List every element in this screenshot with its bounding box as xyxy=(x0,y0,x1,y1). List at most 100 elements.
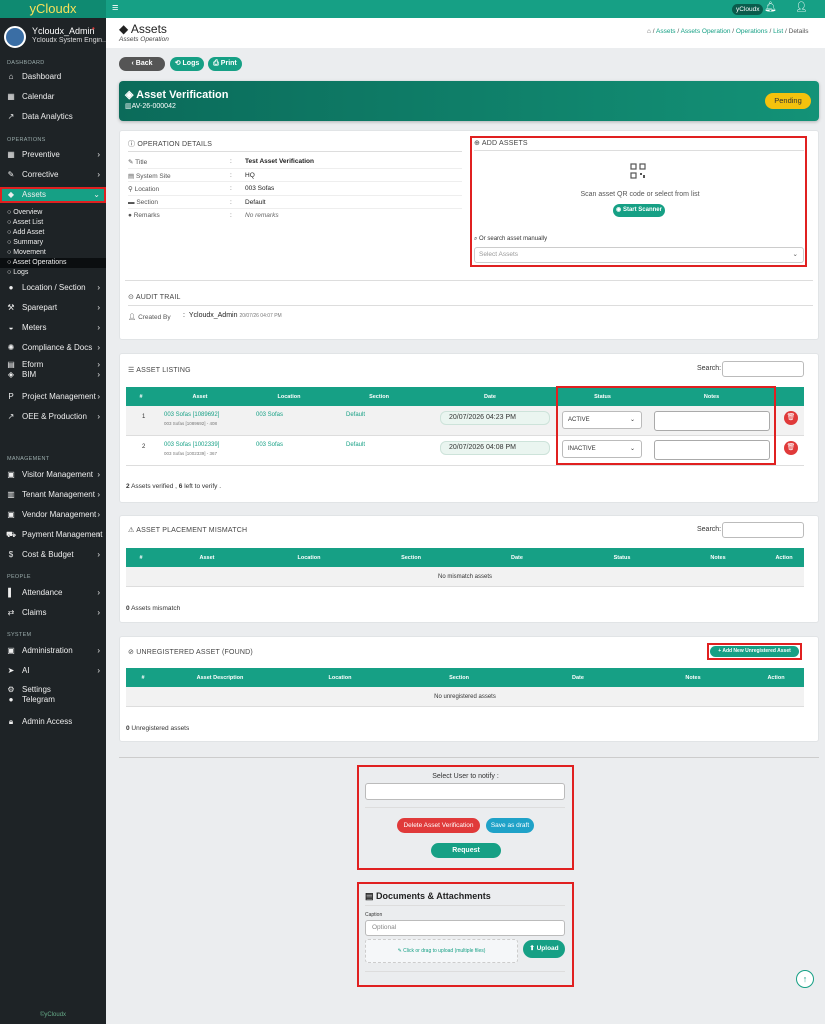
save-draft-button[interactable]: Save as draft xyxy=(486,818,534,833)
delete-row-button[interactable]: 🗑︎ xyxy=(784,441,798,455)
breadcrumb-list[interactable]: List xyxy=(773,28,783,35)
divider xyxy=(365,971,565,972)
sidebar-item-payment[interactable]: ⛟ Payment Management › xyxy=(0,527,106,543)
sidebar-item-analytics[interactable]: ↗ Data Analytics xyxy=(0,109,106,125)
column-header[interactable]: Notes xyxy=(638,668,748,687)
menu-toggle-icon[interactable]: ≡ xyxy=(112,2,118,14)
date-field[interactable]: 20/07/2026 04:08 PM xyxy=(440,441,550,455)
breadcrumb-assets[interactable]: Assets xyxy=(656,28,676,35)
mismatch-search-input[interactable] xyxy=(722,522,804,538)
sidebar-subitem-asset-operations[interactable]: ○ Asset Operations xyxy=(0,258,106,268)
asset-link[interactable]: 003 Sofas [1002339] xyxy=(164,442,219,448)
sidebar-item-assets[interactable]: ◆ Assets ⌄ xyxy=(0,187,106,203)
column-header[interactable]: Section xyxy=(400,668,518,687)
sidebar-item-visitor[interactable]: ▣ Visitor Management › xyxy=(0,467,106,483)
upload-button[interactable]: ⬆ Upload xyxy=(523,940,565,958)
sidebar-subitem-summary[interactable]: ○ Summary xyxy=(0,238,106,248)
column-header[interactable]: Date xyxy=(518,668,638,687)
user-profile[interactable]: Ycloudx_Admin • Ycloudx System Engin... xyxy=(0,22,106,52)
column-header[interactable]: Action xyxy=(748,668,804,687)
back-button[interactable]: ‹ Back xyxy=(119,57,165,71)
file-dropzone[interactable]: ✎ Click or drag to upload (multiple file… xyxy=(365,939,518,963)
sidebar-item-oee[interactable]: ↗ OEE & Production › xyxy=(0,409,106,425)
breadcrumb-current: Details xyxy=(788,28,809,35)
request-button[interactable]: Request xyxy=(431,843,501,858)
sidebar-item-ai[interactable]: ➤ AI › xyxy=(0,663,106,679)
brand-logo[interactable]: yCloudx xyxy=(0,0,106,18)
column-header[interactable]: Section xyxy=(360,548,462,567)
sidebar-subitem-logs[interactable]: ○ Logs xyxy=(0,268,106,278)
sidebar-item-label: Assets xyxy=(22,190,47,199)
sidebar-subitem-movement[interactable]: ○ Movement xyxy=(0,248,106,258)
sidebar-item-administration[interactable]: ▣ Administration › xyxy=(0,643,106,659)
sidebar-item-meters[interactable]: ◒ Meters › xyxy=(0,320,106,336)
page-title-text: Assets xyxy=(130,22,167,36)
add-unregistered-button[interactable]: + Add New Unregistered Asset xyxy=(710,646,799,657)
location-pin-icon: ● xyxy=(8,283,14,292)
documents-heading: ▤ Documents & Attachments xyxy=(365,891,491,902)
column-header[interactable]: Section xyxy=(334,387,424,406)
section-link[interactable]: Default xyxy=(346,412,365,418)
sidebar-item-bim[interactable]: ◈ BIM › xyxy=(0,370,106,380)
sidebar-item-preventive[interactable]: ▦ Preventive › xyxy=(0,147,106,163)
column-header[interactable]: Location xyxy=(280,668,400,687)
sidebar-subitem-add-asset[interactable]: ○ Add Asset xyxy=(0,228,106,238)
asset-link[interactable]: 003 Sofas [1089692] xyxy=(164,412,219,418)
date-field[interactable]: 20/07/2026 04:23 PM xyxy=(440,411,550,425)
column-header[interactable]: Asset xyxy=(156,548,258,567)
sidebar-item-corrective[interactable]: ✎ Corrective › xyxy=(0,167,106,183)
listing-search-input[interactable] xyxy=(722,361,804,377)
sidebar-item-calendar[interactable]: ▦ Calendar xyxy=(0,89,106,105)
column-header[interactable]: # xyxy=(126,387,156,406)
sidebar-item-claims[interactable]: ⇄ Claims › xyxy=(0,605,106,621)
sidebar-subitem-overview[interactable]: ○ Overview xyxy=(0,208,106,218)
sidebar-item-label: Claims xyxy=(22,608,47,617)
location-link[interactable]: 003 Sofas xyxy=(256,442,283,448)
logs-button[interactable]: ⟲ Logs xyxy=(170,57,204,71)
column-header[interactable]: Date xyxy=(424,387,556,406)
column-header[interactable]: Notes xyxy=(672,548,764,567)
sidebar-item-vendor[interactable]: ▣ Vendor Management › xyxy=(0,507,106,523)
scroll-top-button[interactable]: ↑ xyxy=(796,970,814,988)
sidebar-item-attendance[interactable]: ▌ Attendance › xyxy=(0,585,106,601)
column-header[interactable]: # xyxy=(126,548,156,567)
op-label-site: ▤ System Site xyxy=(128,173,171,180)
location-link[interactable]: 003 Sofas xyxy=(256,412,283,418)
sidebar-item-cost[interactable]: $ Cost & Budget › xyxy=(0,547,106,563)
column-header[interactable]: Status xyxy=(572,548,672,567)
select-assets-dropdown[interactable]: Select Assets ⌄ xyxy=(474,247,804,263)
sidebar-item-dashboard[interactable]: ⌂ Dashboard xyxy=(0,69,106,85)
delete-verification-button[interactable]: Delete Asset Verification xyxy=(397,818,480,833)
start-scanner-button[interactable]: ◉ Start Scanner xyxy=(613,204,665,217)
column-header[interactable]: Asset xyxy=(156,387,244,406)
sidebar-item-telegram[interactable]: ● Telegram xyxy=(0,695,106,705)
delete-row-button[interactable]: 🗑︎ xyxy=(784,411,798,425)
caption-input[interactable]: Optional xyxy=(365,920,565,936)
sidebar-item-project[interactable]: P Project Management › xyxy=(0,389,106,405)
column-header[interactable]: Location xyxy=(258,548,360,567)
sidebar-item-compliance[interactable]: ✺ Compliance & Docs › xyxy=(0,340,106,356)
print-button[interactable]: ⎙ Print xyxy=(208,57,242,71)
sidebar-item-tenant[interactable]: ▥ Tenant Management › xyxy=(0,487,106,503)
home-icon[interactable]: ⌂ xyxy=(647,28,651,35)
column-header[interactable]: Asset Description xyxy=(160,668,280,687)
column-header[interactable]: Action xyxy=(764,548,804,567)
notify-user-input[interactable] xyxy=(365,783,565,800)
notification-bell-icon[interactable]: 🔔︎ xyxy=(764,2,777,13)
created-by-value: : Ycloudx_Admin 20/07/26 04:07 PM xyxy=(183,312,282,319)
user-menu-icon[interactable]: 👤︎ xyxy=(795,2,808,13)
column-header[interactable]: Date xyxy=(462,548,572,567)
header-brand-badge[interactable]: yCloudx xyxy=(732,4,764,15)
column-header[interactable]: Location xyxy=(244,387,334,406)
sidebar-item-sparepart[interactable]: ⚒ Sparepart › xyxy=(0,300,106,316)
column-header[interactable]: # xyxy=(126,668,160,687)
sidebar-item-admin-access[interactable]: 🔒︎ Admin Access xyxy=(0,714,106,730)
breadcrumb-operations[interactable]: Operations xyxy=(736,28,768,35)
sidebar-item-settings[interactable]: ⚙ Settings xyxy=(0,685,106,695)
asset-subtext: 003 Sofas [1089692] - 408 xyxy=(164,421,218,426)
breadcrumb-assets-operation[interactable]: Assets Operation xyxy=(681,28,731,35)
section-link[interactable]: Default xyxy=(346,442,365,448)
sidebar-subitem-asset-list[interactable]: ○ Asset List xyxy=(0,218,106,228)
sidebar-item-location[interactable]: ● Location / Section › xyxy=(0,280,106,296)
sidebar-item-eform[interactable]: ▤ Eform › xyxy=(0,360,106,370)
